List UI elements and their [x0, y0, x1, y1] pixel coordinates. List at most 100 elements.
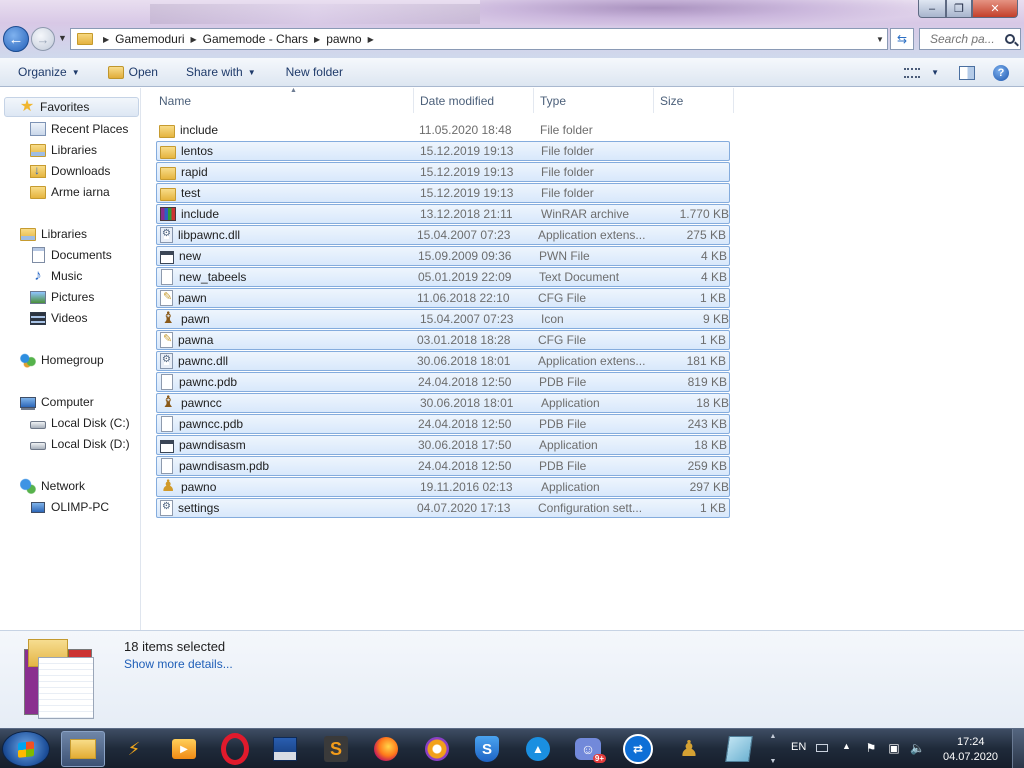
forward-button[interactable]: → [31, 27, 55, 51]
address-history-dropdown[interactable]: ▼ [873, 35, 887, 44]
nav-favorite-libraries[interactable]: Libraries [30, 140, 97, 160]
nav-local-disk-d[interactable]: Local Disk (D:) [30, 434, 130, 454]
refresh-button[interactable]: ⇆ [890, 28, 914, 50]
new-folder-button[interactable]: New folder [278, 61, 351, 83]
nav-local-disk-c[interactable]: Local Disk (C:) [30, 413, 130, 433]
nav-computer[interactable]: Computer [20, 392, 94, 412]
new-folder-label: New folder [285, 65, 343, 79]
chevron-right-icon[interactable]: ▶ [314, 35, 320, 44]
nav-favorites[interactable]: ★ Favorites [4, 97, 139, 117]
taskbar-firefox-icon[interactable] [364, 731, 408, 767]
table-row[interactable]: pawndisasm 30.06.2018 17:50 Application 18 … [156, 435, 730, 455]
nav-olimp-pc[interactable]: OLIMP-PC [30, 497, 109, 517]
column-header-type[interactable]: Type [534, 88, 654, 113]
table-row[interactable]: pawncc 30.06.2018 18:01 Application 18 KB [156, 392, 730, 413]
table-row[interactable]: lentos 15.12.2019 19:13 File folder [156, 141, 730, 161]
taskbar-scroll[interactable]: ▲ ▼ [768, 733, 778, 765]
table-row[interactable]: libpawnc.dll 15.04.2007 07:23 Application … [156, 225, 730, 245]
search-box[interactable] [919, 28, 1021, 50]
nav-music[interactable]: ♪ Music [30, 266, 82, 286]
table-row[interactable]: pawna 03.01.2018 18:28 CFG File 1 KB [156, 330, 730, 350]
start-button[interactable] [2, 731, 50, 767]
file-size: 9 KB [702, 312, 729, 326]
organize-label: Organize [18, 65, 67, 79]
table-row[interactable]: pawno 19.11.2016 02:13 Application 297 KB [156, 476, 730, 497]
table-row[interactable]: new_tabeels 05.01.2019 22:09 Text Document… [156, 267, 730, 287]
table-row[interactable]: pawn 15.04.2007 07:23 Icon 9 KB [156, 308, 730, 329]
table-row[interactable]: pawndisasm.pdb 24.04.2018 12:50 PDB File 25… [156, 456, 730, 476]
taskbar-lock-app-icon[interactable] [415, 731, 459, 767]
recent-pages-dropdown[interactable]: ▼ [58, 33, 67, 43]
nav-network[interactable]: Network [20, 476, 85, 496]
language-indicator[interactable]: EN [791, 741, 806, 753]
table-row[interactable]: include 13.12.2018 21:11 WinRAR archive 1.7… [156, 204, 730, 224]
network-status-icon[interactable]: ▣ [887, 741, 901, 755]
chevron-right-icon[interactable]: ▶ [103, 35, 109, 44]
table-row[interactable]: include 11.05.2020 18:48 File folder [156, 120, 730, 140]
taskbar-lightning-app-icon[interactable]: ⚡ [112, 731, 156, 767]
back-button[interactable]: ← [3, 26, 29, 52]
column-header-date[interactable]: Date modified [414, 88, 534, 113]
breadcrumb-gamemode-chars[interactable]: Gamemode - Chars [203, 32, 308, 46]
nav-videos[interactable]: Videos [30, 308, 87, 328]
share-with-button[interactable]: Share with ▼ [178, 61, 264, 83]
taskbar-sublime-text-icon[interactable] [314, 731, 358, 767]
clock-date[interactable]: 04.07.2020 [943, 751, 998, 763]
taskbar-discord-icon[interactable]: 9+ [566, 731, 610, 767]
preview-pane-icon[interactable] [959, 65, 975, 80]
nav-libraries[interactable]: Libraries [20, 224, 87, 244]
views-icon[interactable] [904, 67, 921, 78]
taskbar-pawno-icon[interactable]: ♟ [667, 731, 711, 767]
dll-icon [160, 227, 173, 243]
volume-icon[interactable]: 🔈 [910, 741, 925, 755]
close-button[interactable]: ✕ [972, 0, 1018, 18]
show-more-details-link[interactable]: Show more details... [124, 657, 233, 671]
taskbar-mountain-app-icon[interactable] [516, 731, 560, 767]
keyboard-icon[interactable] [816, 744, 828, 752]
table-row[interactable]: pawnc.dll 30.06.2018 18:01 Application ext… [156, 351, 730, 371]
taskbar-explorer-icon[interactable] [61, 731, 105, 767]
taskbar-floppy-save-icon[interactable] [263, 731, 307, 767]
table-row[interactable]: new 15.09.2009 09:36 PWN File 4 KB [156, 246, 730, 266]
open-button[interactable]: Open [100, 61, 166, 83]
nav-recent-places[interactable]: Recent Places [30, 119, 128, 139]
nav-documents[interactable]: Documents [30, 245, 112, 265]
table-row[interactable]: test 15.12.2019 19:13 File folder [156, 183, 730, 203]
dll-icon [160, 353, 173, 369]
file-type: PWN File [539, 249, 590, 263]
taskbar-notepad-icon[interactable] [717, 731, 761, 767]
search-input[interactable] [930, 32, 1000, 46]
nav-downloads[interactable]: Downloads [30, 161, 110, 181]
taskbar-teamviewer-icon[interactable] [616, 731, 660, 767]
chevron-down-icon[interactable]: ▼ [770, 758, 777, 765]
maximize-button[interactable]: ❐ [946, 0, 972, 18]
taskbar-opera-icon[interactable] [213, 731, 257, 767]
chevron-up-icon[interactable]: ▲ [770, 733, 777, 740]
minimize-button[interactable]: – [918, 0, 946, 18]
clock-time[interactable]: 17:24 [957, 736, 985, 748]
table-row[interactable]: rapid 15.12.2019 19:13 File folder [156, 162, 730, 182]
chevron-down-icon[interactable]: ▼ [931, 68, 939, 77]
action-center-flag-icon[interactable]: ⚑ [864, 741, 878, 755]
show-desktop-button[interactable] [1012, 729, 1024, 768]
chevron-right-icon[interactable]: ▶ [368, 35, 374, 44]
show-hidden-icons-button[interactable]: ▲ [842, 741, 851, 751]
taskbar-shield-app-icon[interactable] [465, 731, 509, 767]
address-bar[interactable]: ▶ Gamemoduri ▶ Gamemode - Chars ▶ pawno … [70, 28, 888, 50]
nav-homegroup[interactable]: Homegroup [20, 350, 104, 370]
nav-arme-iarna[interactable]: Arme iarna [30, 182, 110, 202]
search-icon[interactable] [1005, 34, 1015, 44]
table-row[interactable]: pawnc.pdb 24.04.2018 12:50 PDB File 819 KB [156, 372, 730, 392]
breadcrumb-pawno[interactable]: pawno [326, 32, 361, 46]
nav-pictures[interactable]: Pictures [30, 287, 94, 307]
table-row[interactable]: pawncc.pdb 24.04.2018 12:50 PDB File 243 KB [156, 414, 730, 434]
breadcrumb-gamemoduri[interactable]: Gamemoduri [115, 32, 184, 46]
taskbar-media-player-icon[interactable] [162, 731, 206, 767]
organize-button[interactable]: Organize ▼ [10, 61, 88, 83]
column-header-size[interactable]: Size [654, 88, 734, 113]
column-header-name[interactable]: Name ▲ [153, 87, 414, 113]
chevron-right-icon[interactable]: ▶ [191, 35, 197, 44]
table-row[interactable]: pawn 11.06.2018 22:10 CFG File 1 KB [156, 288, 730, 308]
help-icon[interactable]: ? [993, 64, 1009, 81]
table-row[interactable]: settings 04.07.2020 17:13 Configuration se… [156, 498, 730, 518]
